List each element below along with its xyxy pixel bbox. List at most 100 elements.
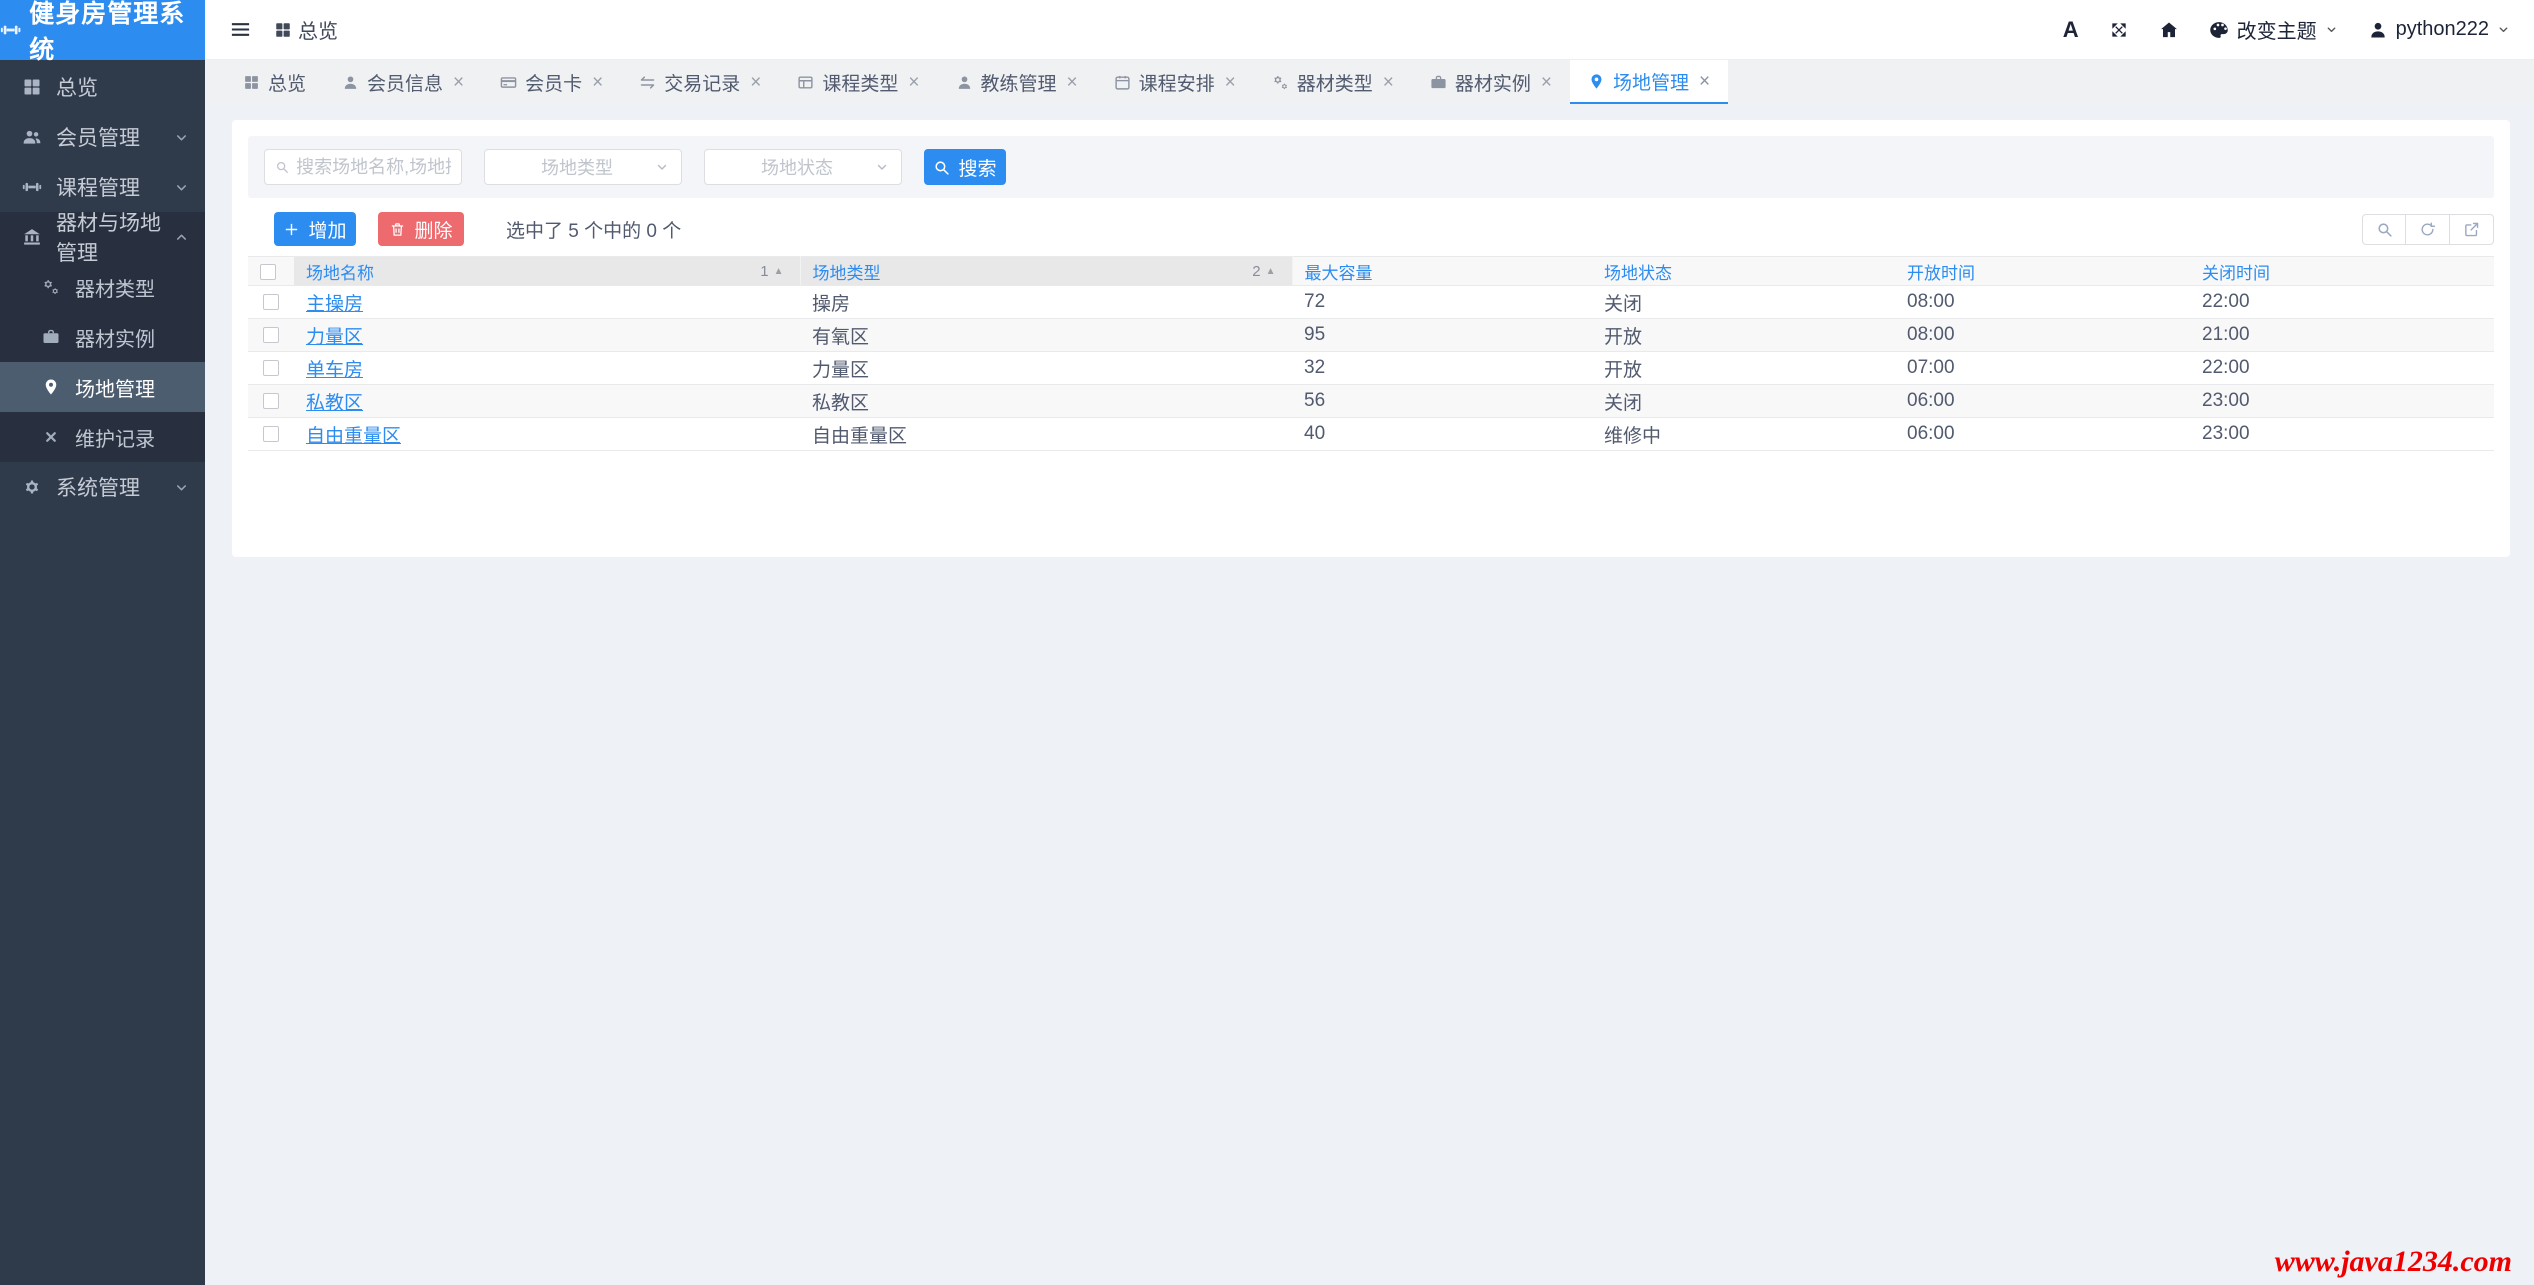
watermark: www.java1234.com	[2275, 1245, 2512, 1279]
venues-table: 场地名称 1▲ 场地类型 2▲ 最大容量 场地状态 开放时间 关闭时间	[248, 256, 2494, 451]
caret-up-icon: ▲	[1266, 266, 1276, 277]
close-icon[interactable]: ×	[750, 73, 761, 92]
pin-icon	[42, 378, 60, 396]
sidebar-item-course-management[interactable]: 课程管理	[0, 162, 205, 212]
tab-overview[interactable]: 总览	[225, 60, 324, 104]
col-venue-status[interactable]: 场地状态	[1592, 257, 1895, 286]
row-checkbox[interactable]	[263, 327, 279, 343]
sort-order: 2	[1252, 263, 1260, 280]
venue-management-panel: 场地类型 场地状态 搜索 增加 删除	[232, 120, 2510, 557]
close-icon[interactable]: ×	[1067, 73, 1078, 92]
briefcase-icon	[42, 328, 60, 346]
tab-label: 交易记录	[664, 69, 740, 96]
venue-status-select[interactable]: 场地状态	[704, 149, 902, 185]
tab-member-info[interactable]: 会员信息 ×	[324, 60, 482, 104]
col-max-capacity[interactable]: 最大容量	[1292, 257, 1592, 286]
table-row: 自由重量区 自由重量区 40 维修中 06:00 23:00	[248, 418, 2494, 451]
tab-course-schedule[interactable]: 课程安排 ×	[1096, 60, 1254, 104]
fullscreen-table-button[interactable]	[2450, 214, 2494, 245]
capacity-cell: 95	[1292, 319, 1592, 352]
tab-course-types[interactable]: 课程类型 ×	[779, 60, 937, 104]
chevron-down-icon	[2325, 23, 2338, 36]
close-icon[interactable]: ×	[592, 73, 603, 92]
open-time-cell: 08:00	[1895, 286, 2190, 319]
font-size-button[interactable]: A	[2063, 17, 2079, 43]
venue-name-link[interactable]: 力量区	[306, 327, 363, 348]
sidebar-item-member-management[interactable]: 会员管理	[0, 112, 205, 162]
sidebar-subitem-equipment-instances[interactable]: 器材实例	[0, 312, 205, 362]
close-icon[interactable]: ×	[1541, 73, 1552, 92]
venue-type-select[interactable]: 场地类型	[484, 149, 682, 185]
breadcrumb[interactable]: 总览	[274, 15, 338, 44]
navbar-actions: A 改变主题 python222	[2063, 15, 2510, 44]
tab-equipment-types[interactable]: 器材类型 ×	[1254, 60, 1412, 104]
briefcase-icon	[1430, 74, 1447, 91]
capacity-cell: 72	[1292, 286, 1592, 319]
search-input[interactable]	[296, 157, 451, 178]
close-icon[interactable]: ×	[1699, 72, 1710, 91]
search-button[interactable]: 搜索	[924, 149, 1006, 185]
sidebar-group-equipment-venue: 器材与场地管理 器材类型 器材实例 场地管理 维护记录	[0, 212, 205, 462]
close-icon[interactable]: ×	[1225, 73, 1236, 92]
sidebar-item-label: 维护记录	[75, 423, 155, 452]
tab-venue-management[interactable]: 场地管理 ×	[1570, 60, 1728, 104]
add-button[interactable]: 增加	[274, 212, 356, 246]
top-navbar: 总览 A 改变主题 python222	[205, 0, 2534, 60]
row-checkbox[interactable]	[263, 393, 279, 409]
font-size-icon: A	[2063, 17, 2079, 43]
pin-icon	[1588, 73, 1605, 90]
column-label: 场地状态	[1604, 259, 1672, 284]
tab-equipment-instances[interactable]: 器材实例 ×	[1412, 60, 1570, 104]
delete-button[interactable]: 删除	[378, 212, 464, 246]
venue-name-link[interactable]: 自由重量区	[306, 426, 401, 447]
caret-up-icon: ▲	[774, 266, 784, 277]
venue-name-link[interactable]: 单车房	[306, 360, 363, 381]
user-dropdown[interactable]: python222	[2368, 18, 2510, 41]
row-checkbox[interactable]	[263, 360, 279, 376]
select-all-header	[248, 257, 294, 286]
home-button[interactable]	[2159, 20, 2179, 40]
sidebar-subitem-venue-management[interactable]: 场地管理	[0, 362, 205, 412]
open-time-cell: 06:00	[1895, 418, 2190, 451]
table-row: 单车房 力量区 32 开放 07:00 22:00	[248, 352, 2494, 385]
fullscreen-button[interactable]	[2109, 20, 2129, 40]
close-icon[interactable]: ×	[453, 73, 464, 92]
dumbbell-icon	[22, 177, 42, 197]
close-icon[interactable]: ×	[1383, 73, 1394, 92]
row-checkbox[interactable]	[263, 294, 279, 310]
venue-search-field[interactable]	[264, 149, 462, 185]
col-venue-type[interactable]: 场地类型 2▲	[800, 257, 1292, 286]
column-label: 开放时间	[1907, 259, 1975, 284]
sidebar-item-system-management[interactable]: 系统管理	[0, 462, 205, 512]
col-close-time[interactable]: 关闭时间	[2190, 257, 2494, 286]
sidebar-subitem-maintenance-records[interactable]: 维护记录	[0, 412, 205, 462]
toggle-search-button[interactable]	[2362, 214, 2406, 245]
sidebar-item-equipment-venue-management[interactable]: 器材与场地管理	[0, 212, 205, 262]
tab-transactions[interactable]: 交易记录 ×	[621, 60, 779, 104]
tab-member-card[interactable]: 会员卡 ×	[482, 60, 621, 104]
sidebar-subitem-equipment-types[interactable]: 器材类型	[0, 262, 205, 312]
hamburger-menu-icon[interactable]	[229, 18, 252, 41]
table-row: 主操房 操房 72 关闭 08:00 22:00	[248, 286, 2494, 319]
row-checkbox[interactable]	[263, 426, 279, 442]
close-time-cell: 23:00	[2190, 385, 2494, 418]
gears-icon	[42, 278, 60, 296]
venue-name-link[interactable]: 主操房	[306, 294, 363, 315]
select-all-checkbox[interactable]	[260, 264, 276, 280]
venue-name-link[interactable]: 私教区	[306, 393, 363, 414]
tab-label: 器材类型	[1297, 69, 1373, 96]
refresh-button[interactable]	[2406, 214, 2450, 245]
col-venue-name[interactable]: 场地名称 1▲	[294, 257, 800, 286]
main-area: 总览 A 改变主题 python222 总览 会员信息 ×	[205, 0, 2534, 1285]
export-icon	[2463, 221, 2480, 238]
sidebar-item-overview[interactable]: 总览	[0, 62, 205, 112]
sort-indicator: 2▲	[1252, 263, 1279, 280]
close-icon[interactable]: ×	[908, 73, 919, 92]
tab-coach-management[interactable]: 教练管理 ×	[938, 60, 1096, 104]
content-area: 场地类型 场地状态 搜索 增加 删除	[205, 104, 2534, 1285]
col-open-time[interactable]: 开放时间	[1895, 257, 2190, 286]
search-icon	[933, 159, 950, 176]
tab-label: 课程类型	[822, 69, 898, 96]
theme-dropdown[interactable]: 改变主题	[2209, 15, 2338, 44]
delete-button-label: 删除	[414, 216, 452, 243]
